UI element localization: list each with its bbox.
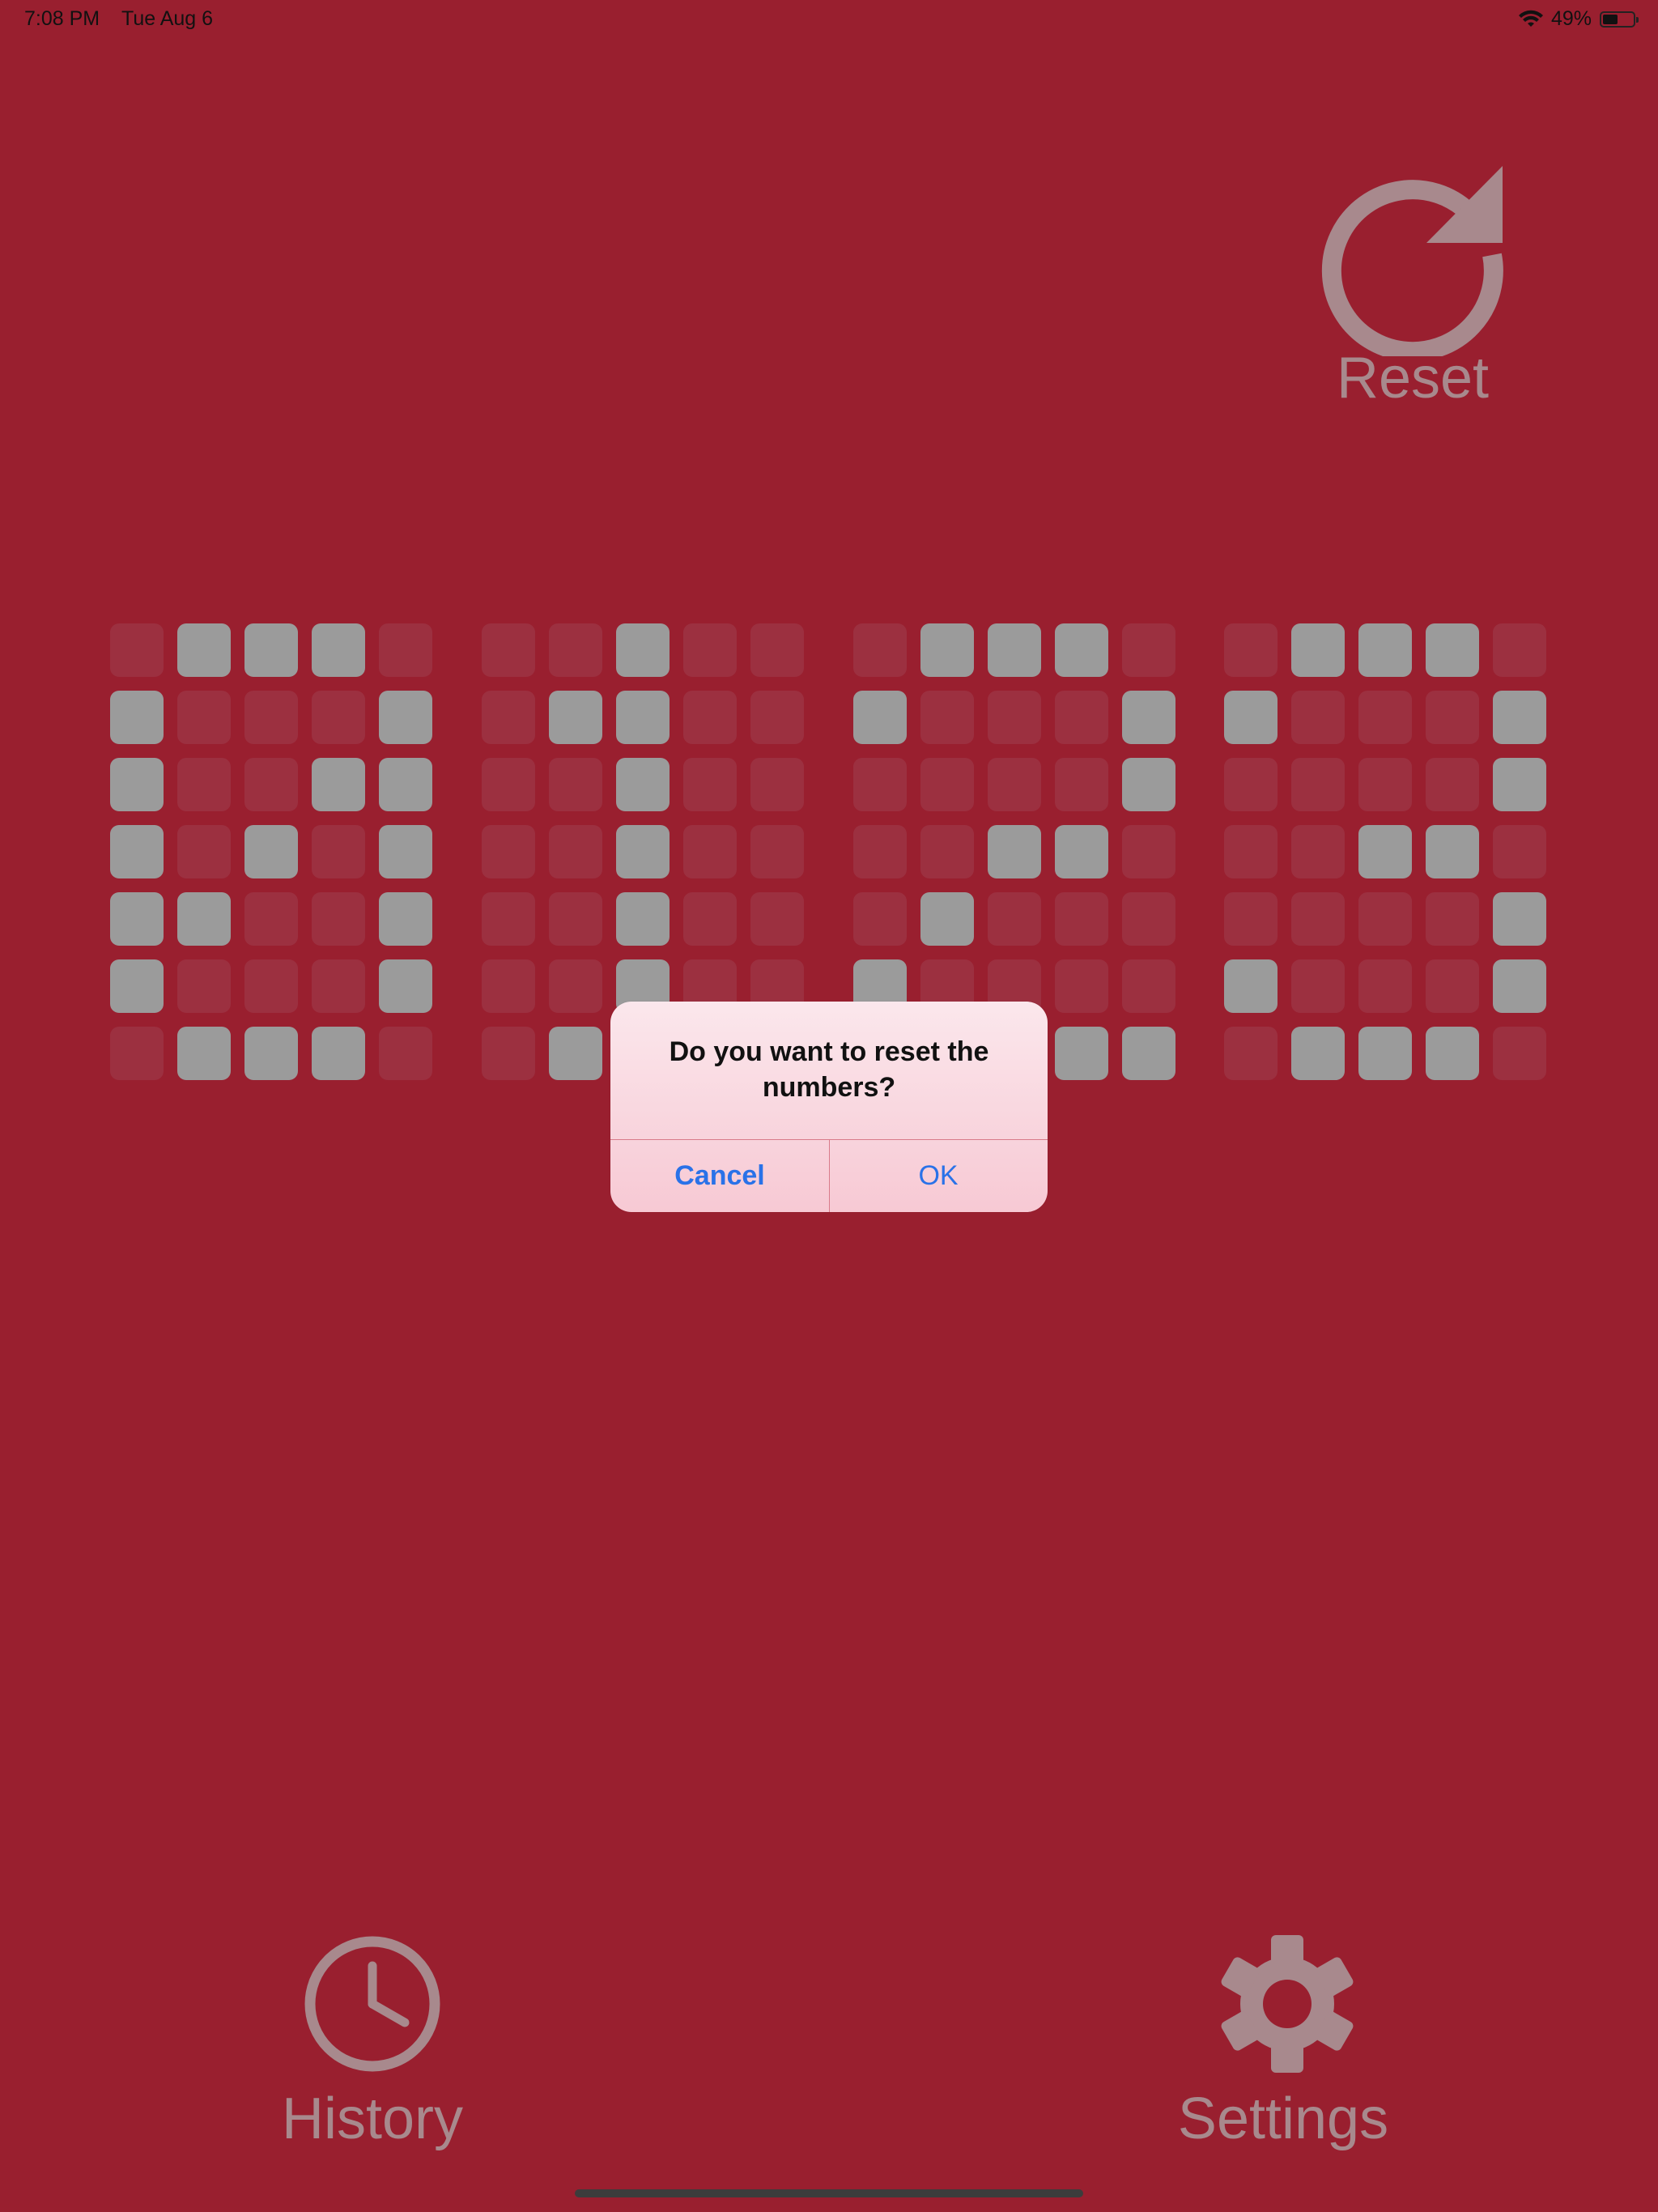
- alert-overlay: Do you want to reset the numbers? Cancel…: [0, 0, 1658, 2212]
- alert-message: Do you want to reset the numbers?: [669, 1036, 989, 1103]
- reset-confirm-alert: Do you want to reset the numbers? Cancel…: [610, 1002, 1048, 1212]
- home-indicator[interactable]: [575, 2189, 1083, 2197]
- cancel-button[interactable]: Cancel: [610, 1140, 829, 1212]
- ok-button[interactable]: OK: [829, 1140, 1048, 1212]
